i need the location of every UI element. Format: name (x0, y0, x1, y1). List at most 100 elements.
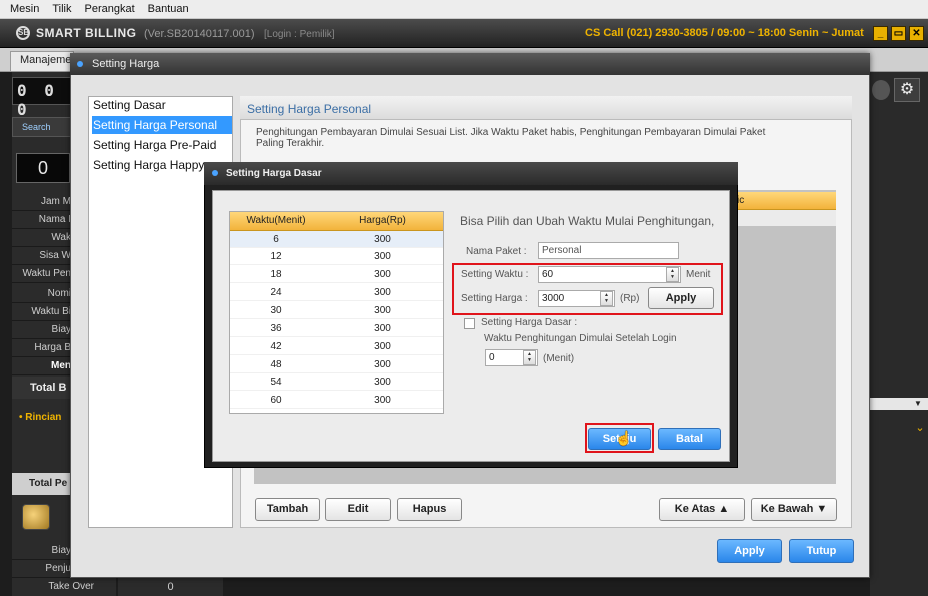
list-row[interactable]: 54 300 (230, 374, 443, 391)
app-version: (Ver.SB20140117.001) (144, 28, 255, 40)
bg-row-sisa-waktu: Sisa W (12, 247, 74, 265)
batal-button[interactable]: Batal (658, 428, 721, 450)
apply-button[interactable]: Apply (717, 539, 782, 563)
bg-row-waktu: Wak (12, 229, 74, 247)
tab-manajemen[interactable]: Manajemen (10, 51, 74, 71)
total-b-label: Total B (12, 377, 74, 399)
list-row[interactable]: 18 300 (230, 266, 443, 283)
list-row[interactable]: 42 300 (230, 338, 443, 355)
menu-bar: Mesin Tilik Perangkat Bantuan (0, 0, 928, 19)
close-app-button[interactable]: ✕ (909, 26, 924, 41)
setting-harga-dasar-checkbox[interactable] (464, 318, 475, 329)
table-header: ic (737, 192, 836, 210)
menu-perangkat[interactable]: Perangkat (85, 3, 135, 15)
zero-display: 0 (16, 153, 70, 183)
cell-waktu: 18 (270, 269, 282, 280)
cell-harga: 300 (374, 287, 391, 298)
ke-bawah-button[interactable]: Ke Bawah ▼ (751, 498, 837, 521)
setting-harga-title: Setting Harga (92, 58, 160, 70)
list-row[interactable]: 48 300 (230, 356, 443, 373)
bg-row-harga-b: Harga B (12, 339, 74, 357)
cell-waktu: 54 (270, 377, 282, 388)
menu-setting-dasar[interactable]: Setting Dasar (92, 96, 232, 114)
bg-row-nomi: Nomi (12, 285, 74, 303)
app-login-info: [Login : Pemilik] (264, 29, 335, 40)
menu-bantuan[interactable]: Bantuan (148, 3, 189, 15)
cell-harga: 300 (374, 305, 391, 316)
bg-row-jam-mulai: Jam M (12, 193, 74, 211)
cell-waktu: 30 (270, 305, 282, 316)
list-row[interactable]: 24 300 (230, 284, 443, 301)
dialog-info-text: Bisa Pilih dan Ubah Waktu Mulai Penghitu… (460, 214, 715, 228)
arrow-down-icon[interactable]: ▼ (912, 399, 924, 409)
chevron-down-icon[interactable]: ⌄ (912, 418, 928, 438)
menu-setting-harga-prepaid[interactable]: Setting Harga Pre-Paid (92, 136, 232, 154)
panel-description: Penghitungan Pembayaran Dimulai Sesuai L… (256, 127, 766, 149)
hapus-button[interactable]: Hapus (397, 498, 462, 521)
cell-harga: 300 (374, 395, 391, 406)
cell-waktu: 60 (270, 395, 282, 406)
rincian-label: • Rincian (19, 412, 62, 423)
window-dot-icon (212, 170, 218, 176)
total-pe-tab[interactable]: Total Pe (12, 473, 74, 495)
app-logo-icon: SB (16, 26, 30, 40)
cell-waktu: 6 (273, 234, 279, 245)
bg-row-waktu-bi: Waktu Bi (12, 303, 74, 321)
list-row[interactable]: 36 300 (230, 320, 443, 337)
gear-icon[interactable]: ⚙ (894, 78, 920, 102)
take-over-value: 0 (118, 578, 223, 596)
cs-call-info: CS Call (021) 2930-3805 / 09:00 ~ 18:00 … (585, 27, 864, 39)
checkbox-label: Setting Harga Dasar : (481, 317, 578, 328)
list-row[interactable]: 6 300 (230, 231, 443, 248)
setting-harga-titlebar[interactable] (70, 53, 870, 75)
bg-row-men: Men (12, 357, 74, 375)
cell-harga: 300 (374, 323, 391, 334)
dialog-title: Setting Harga Dasar (226, 168, 322, 179)
column-harga[interactable]: Harga(Rp) (322, 215, 443, 226)
minimize-button[interactable]: _ (873, 26, 888, 41)
cell-waktu: 24 (270, 287, 282, 298)
cell-harga: 300 (374, 251, 391, 262)
cell-harga: 300 (374, 377, 391, 388)
window-dot-icon (77, 61, 83, 67)
edit-button[interactable]: Edit (325, 498, 391, 521)
cell-waktu: 36 (270, 323, 282, 334)
pc-counter: 0 0 0 (12, 77, 74, 119)
list-row[interactable]: 60 300 (230, 392, 443, 409)
take-over-label: Take Over (12, 578, 116, 596)
cell-waktu: 12 (270, 251, 282, 262)
background-right-strip (870, 72, 928, 596)
cell-harga: 300 (374, 341, 391, 352)
bg-row-penjualan: Penju (12, 560, 74, 578)
login-start-label: Waktu Penghitungan Dimulai Setelah Login (484, 333, 677, 344)
list-row[interactable]: 12 300 (230, 248, 443, 265)
tambah-button[interactable]: Tambah (255, 498, 320, 521)
mouse-cursor-icon: ☝ (615, 430, 633, 446)
cell-harga: 300 (374, 359, 391, 370)
panel-title: Setting Harga Personal (247, 102, 372, 116)
menu-setting-harga-personal[interactable]: Setting Harga Personal (92, 116, 232, 134)
cell-waktu: 42 (270, 341, 282, 352)
search-tab[interactable]: Search (12, 117, 74, 137)
login-start-spinner[interactable]: ▲ ▼ (523, 350, 536, 365)
maximize-button[interactable]: ▭ (891, 26, 906, 41)
menu-setting-harga-happy-hour[interactable]: Setting Harga Happy H (92, 156, 204, 174)
list-row[interactable]: 30 300 (230, 302, 443, 319)
table-row[interactable] (737, 210, 836, 226)
nama-paket-field[interactable]: Personal (538, 242, 679, 259)
coins-icon (22, 504, 50, 530)
tutup-button[interactable]: Tutup (789, 539, 854, 563)
nama-paket-label: Nama Paket : (466, 246, 527, 257)
bg-row-biaya-bottom: Biay (12, 542, 74, 560)
cell-harga: 300 (374, 234, 391, 245)
cell-harga: 300 (374, 269, 391, 280)
bg-row-biaya: Biay (12, 321, 74, 339)
ke-atas-button[interactable]: Ke Atas ▲ (659, 498, 745, 521)
bg-row-nama: Nama I (12, 211, 74, 229)
circle-icon[interactable] (872, 80, 890, 100)
menu-mesin[interactable]: Mesin (10, 3, 39, 15)
menu-tilik[interactable]: Tilik (52, 3, 71, 15)
highlight-waktu-harga (452, 263, 723, 315)
column-waktu[interactable]: Waktu(Menit) (230, 215, 322, 226)
bg-row-waktu-pen: Waktu Pen (12, 265, 74, 283)
